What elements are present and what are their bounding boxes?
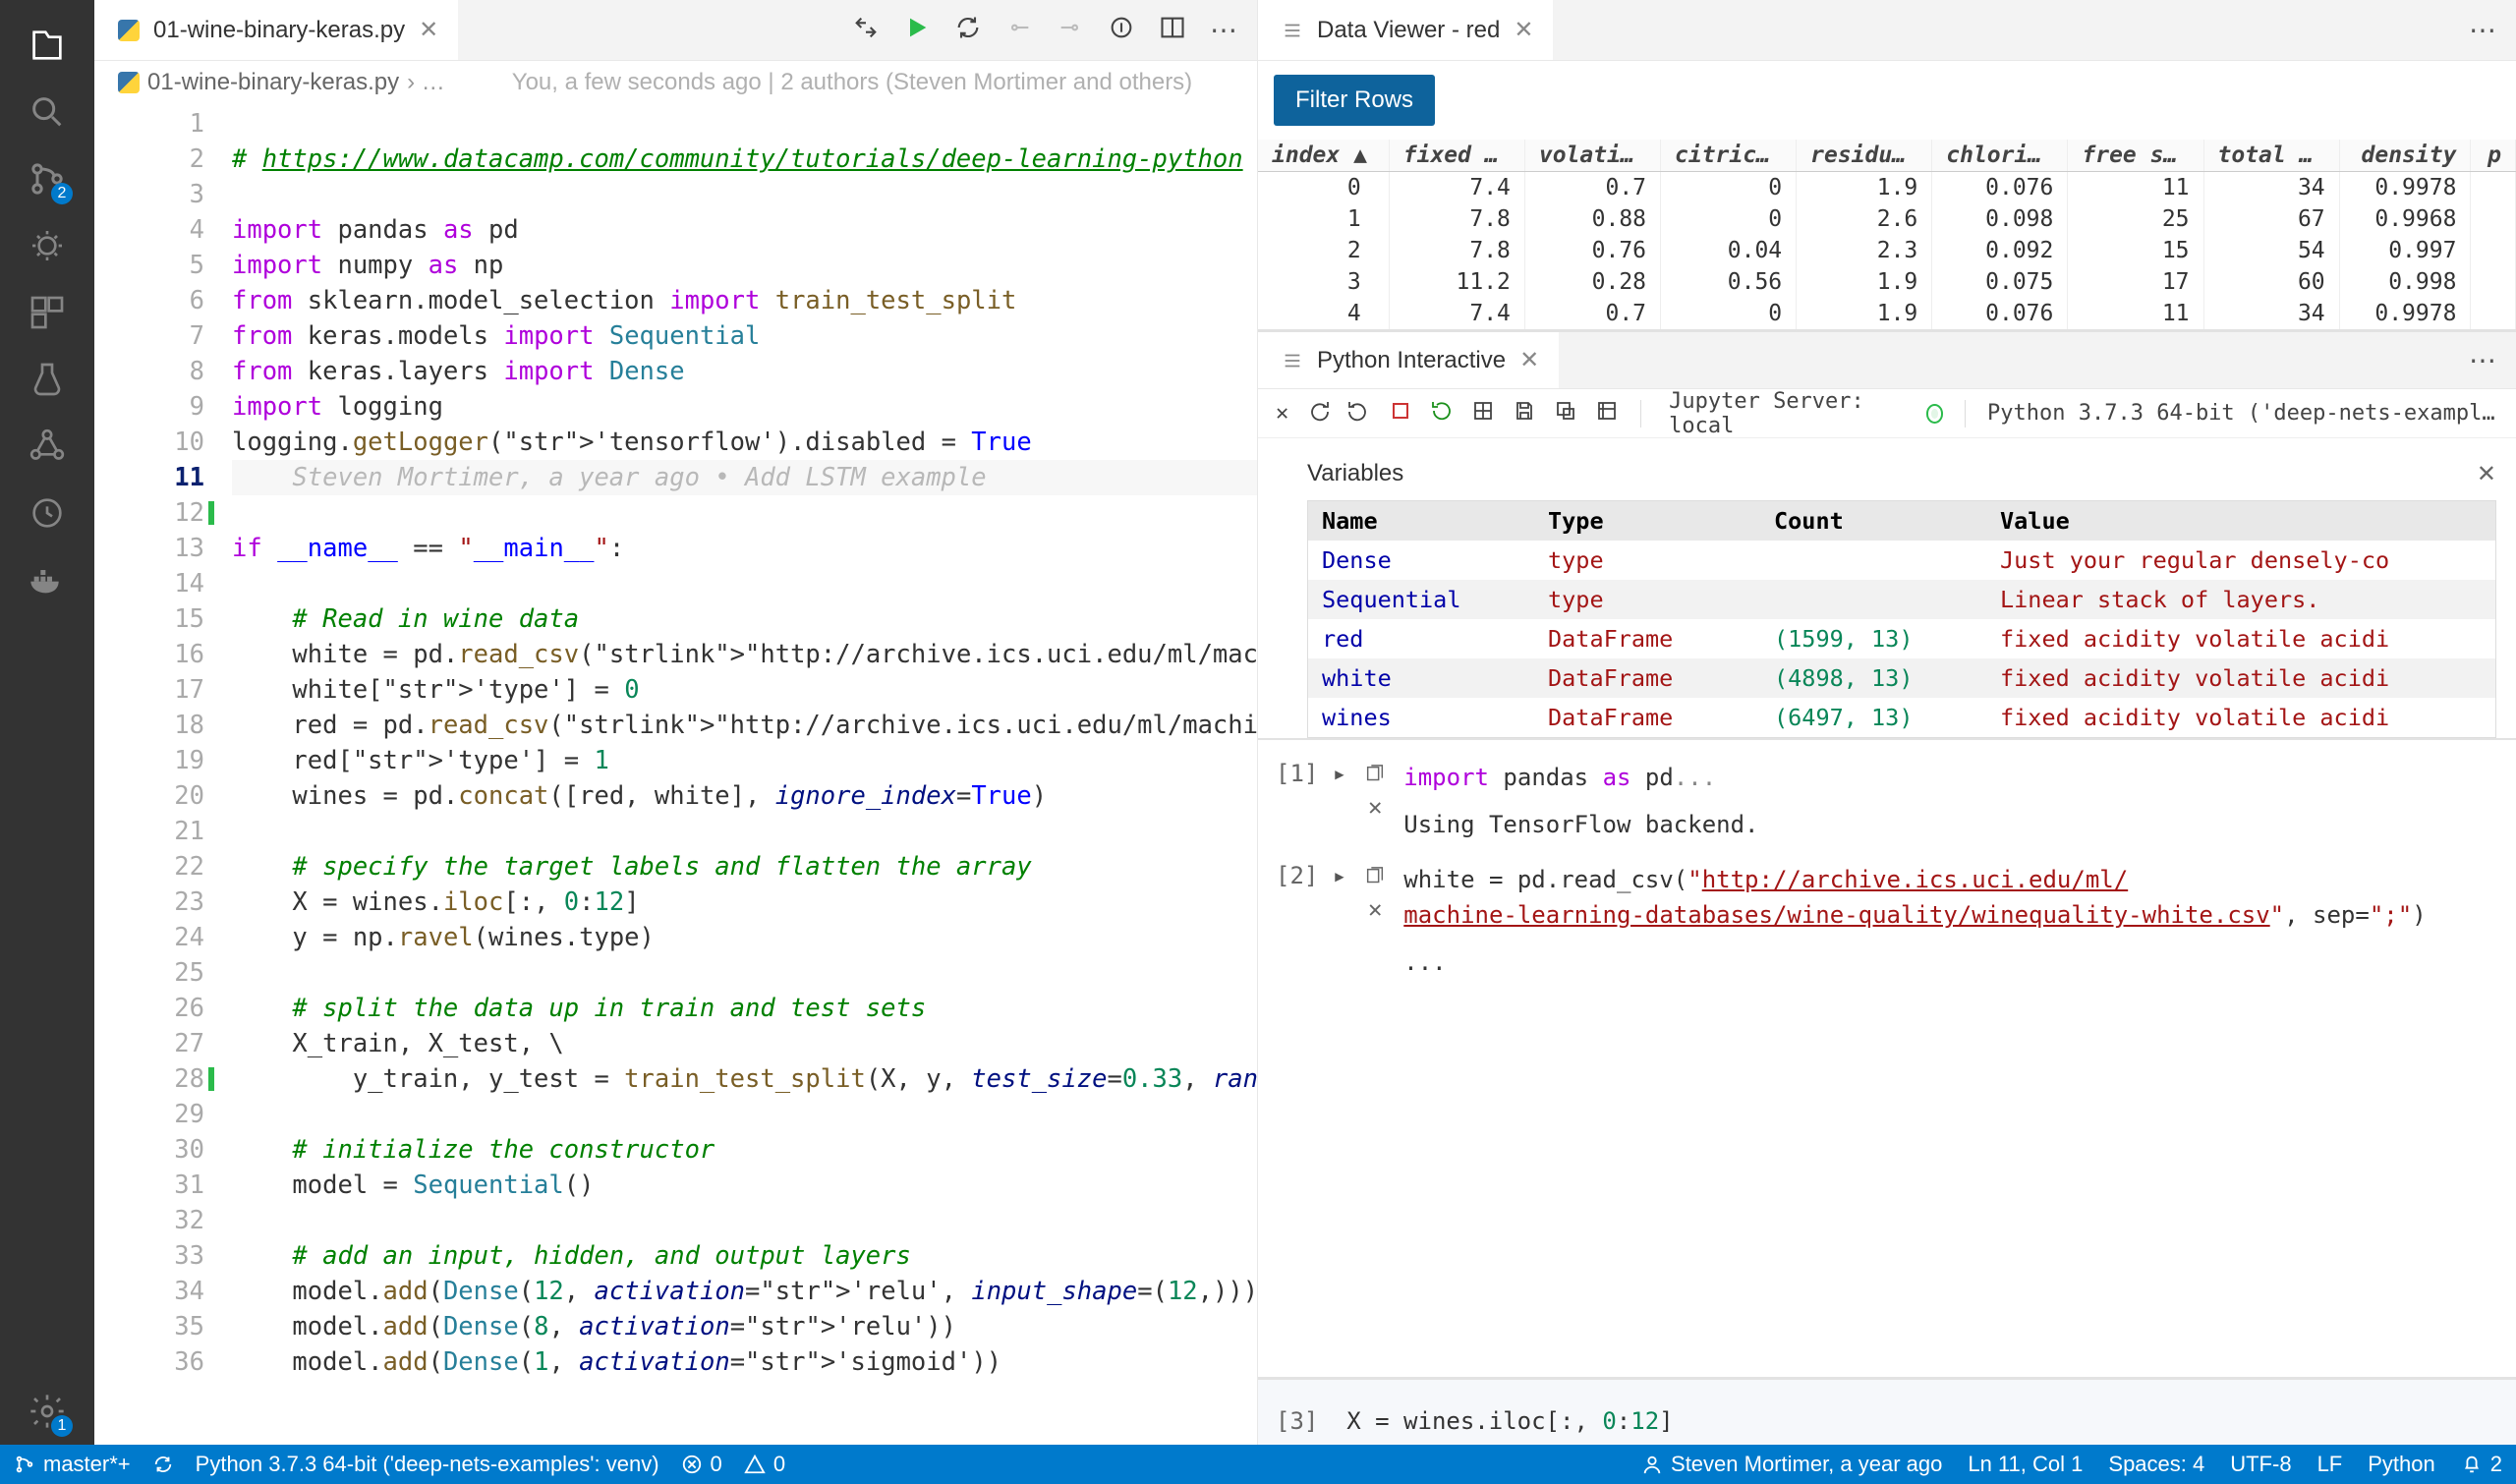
input-cell[interactable]: [3] X = wines.iloc[:, 0:12]: [1258, 1377, 2516, 1445]
column-header[interactable]: citric …: [1661, 140, 1797, 172]
stop-icon[interactable]: [1389, 399, 1412, 428]
column-header[interactable]: p: [2471, 140, 2516, 172]
more-icon[interactable]: ⋯: [2469, 14, 2496, 46]
graph-icon[interactable]: [24, 423, 71, 470]
editor-tab-label: 01-wine-binary-keras.py: [153, 17, 405, 44]
variables-table[interactable]: NameTypeCountValueDensetypeJust your reg…: [1307, 500, 2496, 738]
restart-icon[interactable]: [1430, 399, 1454, 428]
branch-status[interactable]: master*+: [14, 1452, 131, 1477]
table-row[interactable]: 311.20.280.561.90.07517600.998: [1258, 266, 2516, 298]
export-icon[interactable]: [1554, 399, 1577, 428]
save-icon[interactable]: [1513, 399, 1536, 428]
breadcrumb[interactable]: 01-wine-binary-keras.py › … You, a few s…: [94, 61, 1257, 104]
python-env[interactable]: Python 3.7.3 64-bit ('deep-nets-examples…: [196, 1452, 659, 1477]
variable-row[interactable]: whiteDataFrame(4898, 13)fixed acidity vo…: [1308, 658, 2495, 698]
variable-row[interactable]: redDataFrame(1599, 13)fixed acidity vola…: [1308, 619, 2495, 658]
breadcrumb-file: 01-wine-binary-keras.py: [147, 69, 399, 96]
step-fwd-icon[interactable]: [1057, 14, 1084, 46]
code-editor[interactable]: 1234567891011121314151617181920212223242…: [94, 104, 1257, 1445]
history-icon[interactable]: [24, 489, 71, 537]
cell[interactable]: [2] ▸✕white = pd.read_csv("http://archiv…: [1276, 862, 2506, 980]
data-viewer-tab[interactable]: Data Viewer - red ✕: [1258, 0, 1553, 60]
notifications[interactable]: 2: [2461, 1452, 2502, 1477]
column-header[interactable]: free su…: [2068, 140, 2203, 172]
compare-icon[interactable]: [852, 14, 880, 46]
grid-icon[interactable]: [1471, 399, 1495, 428]
pi-toolbar: ✕ Jupyter Server: local Python 3.7.3 64-…: [1258, 389, 2516, 438]
expand-icon[interactable]: [1595, 399, 1619, 428]
docker-icon[interactable]: [24, 556, 71, 603]
data-viewer-tab-label: Data Viewer - red: [1317, 17, 1500, 44]
close-icon[interactable]: ✕: [419, 16, 438, 44]
blame-status[interactable]: Steven Mortimer, a year ago: [1641, 1452, 1942, 1477]
extensions-icon[interactable]: [24, 289, 71, 336]
more-icon[interactable]: ⋯: [1210, 14, 1237, 46]
editor-tabs: 01-wine-binary-keras.py ✕ ⋯: [94, 0, 1257, 61]
python-icon: [118, 20, 140, 41]
close-icon[interactable]: ✕: [1276, 401, 1288, 426]
column-header[interactable]: index ▲: [1258, 140, 1389, 172]
settings-icon[interactable]: 1: [24, 1388, 71, 1435]
cell[interactable]: [1] ▸✕import pandas as pd...Using Tensor…: [1276, 760, 2506, 842]
problems-status[interactable]: 0 0: [681, 1452, 786, 1477]
editor-tab[interactable]: 01-wine-binary-keras.py ✕: [94, 0, 458, 60]
variable-row[interactable]: winesDataFrame(6497, 13)fixed acidity vo…: [1308, 698, 2495, 737]
breadcrumb-rest: › …: [407, 69, 445, 96]
data-viewer: Data Viewer - red ✕ ⋯ Filter Rows index …: [1258, 0, 2516, 332]
data-table[interactable]: index ▲fixed a…volatil…citric …residua…c…: [1258, 140, 2516, 329]
column-header[interactable]: residua…: [1797, 140, 1932, 172]
search-icon[interactable]: [24, 88, 71, 136]
editor-group: 01-wine-binary-keras.py ✕ ⋯ 01-wine-bina…: [94, 0, 1258, 1445]
debug-icon[interactable]: [24, 222, 71, 269]
table-row[interactable]: 17.80.8802.60.09825670.9968: [1258, 203, 2516, 235]
column-header[interactable]: total s…: [2203, 140, 2339, 172]
split-icon[interactable]: [1159, 14, 1186, 46]
output-cells[interactable]: [1] ▸✕import pandas as pd...Using Tensor…: [1258, 738, 2516, 1377]
variables-title: Variables: [1307, 460, 1403, 488]
jupyter-server-label[interactable]: Jupyter Server: local: [1669, 389, 1902, 438]
eol-status[interactable]: LF: [2317, 1452, 2343, 1477]
table-row[interactable]: 47.40.701.90.07611340.9978: [1258, 298, 2516, 329]
column-header[interactable]: chlorid…: [1932, 140, 2068, 172]
table-row[interactable]: 27.80.760.042.30.09215540.997: [1258, 235, 2516, 266]
table-row[interactable]: 07.40.701.90.07611340.9978: [1258, 172, 2516, 204]
scm-icon[interactable]: 2: [24, 155, 71, 202]
kernel-label[interactable]: Python 3.7.3 64-bit ('deep-nets-examples…: [1987, 401, 2498, 426]
filter-rows-button[interactable]: Filter Rows: [1274, 75, 1435, 126]
sync-status[interactable]: [152, 1454, 174, 1475]
indent-status[interactable]: Spaces: 4: [2108, 1452, 2204, 1477]
column-header[interactable]: volatil…: [1524, 140, 1660, 172]
status-bar: master*+ Python 3.7.3 64-bit ('deep-nets…: [0, 1445, 2516, 1484]
server-status-icon: [1926, 404, 1944, 424]
settings-badge: 1: [51, 1415, 73, 1437]
close-icon[interactable]: ✕: [1514, 16, 1533, 44]
variable-row[interactable]: DensetypeJust your regular densely-co: [1308, 541, 2495, 580]
close-icon[interactable]: ✕: [1519, 346, 1539, 374]
column-header[interactable]: fixed a…: [1389, 140, 1524, 172]
variable-row[interactable]: SequentialtypeLinear stack of layers.: [1308, 580, 2495, 619]
undo-icon[interactable]: [1347, 399, 1371, 428]
redo-icon[interactable]: [1306, 399, 1330, 428]
pi-tab[interactable]: Python Interactive ✕: [1258, 332, 1559, 388]
lang-status[interactable]: Python: [2368, 1452, 2435, 1477]
test-icon[interactable]: [24, 356, 71, 403]
step-back-icon[interactable]: [1005, 14, 1033, 46]
column-header[interactable]: density: [2339, 140, 2471, 172]
pi-tab-label: Python Interactive: [1317, 347, 1506, 374]
activity-bar: 2 1: [0, 0, 94, 1445]
cursor-pos[interactable]: Ln 11, Col 1: [1968, 1452, 2083, 1477]
editor-actions: ⋯: [852, 0, 1257, 60]
more-icon[interactable]: ⋯: [2469, 344, 2496, 376]
close-icon[interactable]: ✕: [2477, 460, 2496, 488]
blame-hint: You, a few seconds ago | 2 authors (Stev…: [512, 69, 1192, 96]
encoding-status[interactable]: UTF-8: [2230, 1452, 2291, 1477]
run-icon[interactable]: [903, 14, 931, 46]
explorer-icon[interactable]: [24, 22, 71, 69]
variables-panel: Variables ✕ NameTypeCountValueDensetypeJ…: [1258, 438, 2516, 738]
breakpoint-icon[interactable]: [1108, 14, 1135, 46]
sync-icon[interactable]: [954, 14, 982, 46]
python-interactive: Python Interactive ✕ ⋯ ✕ Jupyt: [1258, 332, 2516, 1445]
scm-badge: 2: [51, 183, 73, 204]
python-icon: [118, 72, 140, 93]
